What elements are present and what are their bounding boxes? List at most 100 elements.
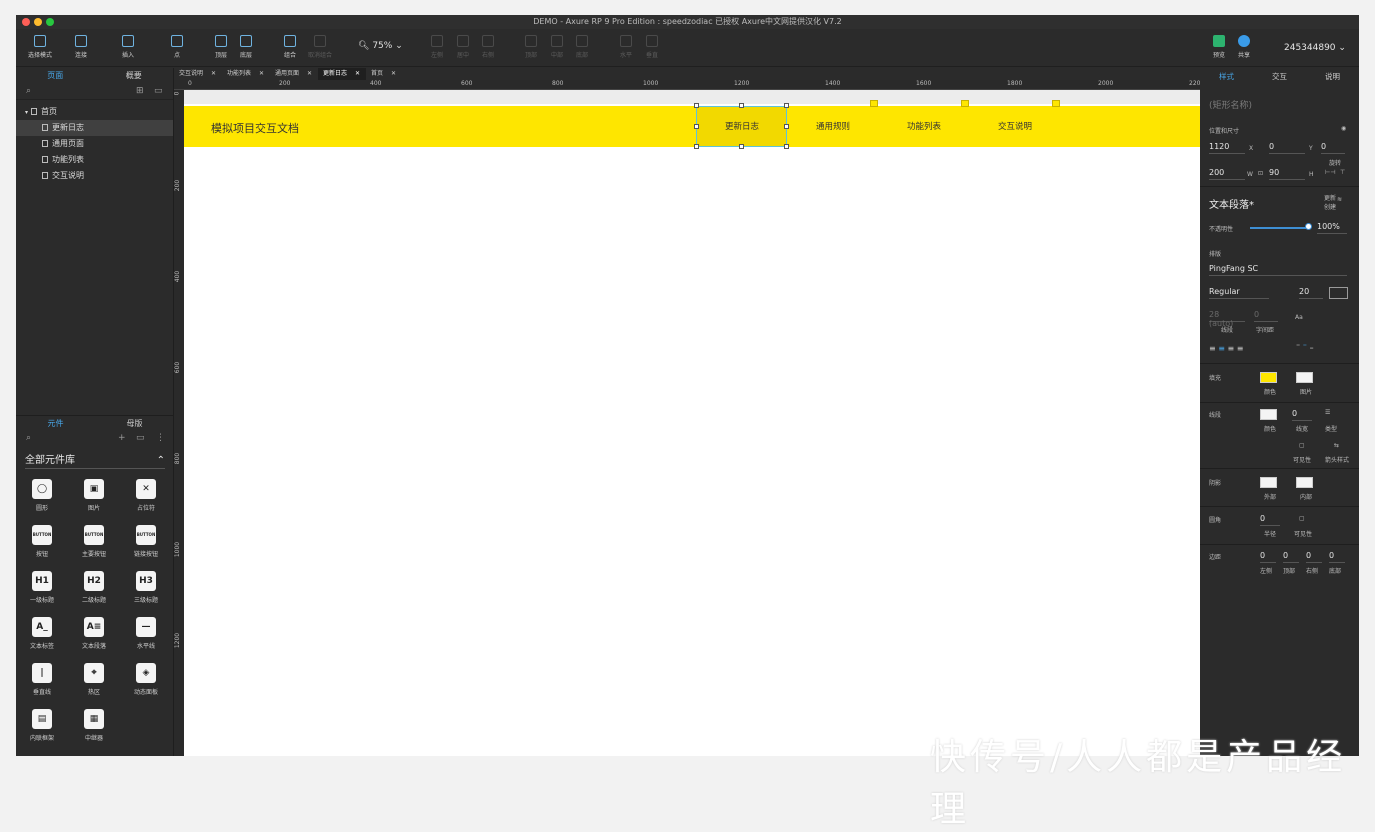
resize-handle[interactable] [784, 103, 789, 108]
page-item-home[interactable]: ▾ 首页 [16, 104, 173, 120]
padding-bottom-field[interactable]: 0 [1329, 551, 1345, 563]
widget-item[interactable]: ✕ 占位符 [120, 479, 172, 519]
resize-handle[interactable] [784, 144, 789, 149]
page-item-changelog[interactable]: 更新日志 [16, 120, 173, 136]
share-button[interactable]: 共享 [1224, 35, 1264, 59]
font-color-swatch[interactable] [1329, 287, 1348, 299]
font-family-select[interactable]: PingFang SC [1209, 264, 1347, 276]
widget-item[interactable]: ▣ 图片 [68, 479, 120, 519]
close-icon[interactable]: ✕ [355, 70, 360, 77]
widget-item[interactable]: | 垂直线 [16, 663, 68, 703]
design-canvas[interactable]: 模拟项目交互文档 更新日志 通用规则 功能列表 交互说明 [184, 90, 1200, 756]
more-icon[interactable]: ⋮ [156, 433, 165, 443]
resize-handle[interactable] [694, 124, 699, 129]
interaction-flag-icon[interactable] [1052, 100, 1060, 107]
library-select[interactable]: 全部元件库 ⌃ [25, 453, 165, 469]
widget-item[interactable]: ⌖ 热区 [68, 663, 120, 703]
font-weight-select[interactable]: Regular [1209, 287, 1269, 299]
align-bottom-button[interactable]: 底部 [562, 35, 602, 59]
connect-button[interactable]: 连接 [61, 35, 101, 59]
nav-feature-list[interactable]: 功能列表 [878, 120, 970, 132]
doc-tab[interactable]: 通用页面 ✕ [270, 68, 318, 80]
close-icon[interactable]: ✕ [259, 70, 264, 77]
widget-item[interactable]: H2 二级标题 [68, 571, 120, 611]
resize-handle[interactable] [694, 144, 699, 149]
interaction-flag-icon[interactable] [870, 100, 878, 107]
doc-tab-active[interactable]: 更新日志 ✕ [318, 68, 366, 80]
lock-icon[interactable]: ⊡ [1258, 170, 1263, 177]
padding-top-field[interactable]: 0 [1283, 551, 1299, 563]
style-name[interactable]: 文本段落* [1209, 196, 1254, 211]
search-icon[interactable]: ⌕ [26, 433, 31, 443]
doc-tab[interactable]: 功能列表 ✕ [222, 68, 270, 80]
close-icon[interactable]: ✕ [211, 70, 216, 77]
font-size-field[interactable]: 20 [1299, 287, 1323, 299]
site-title[interactable]: 模拟项目交互文档 [211, 120, 299, 136]
account-menu[interactable]: 245344890 ⌄ [1284, 43, 1346, 53]
tab-widgets[interactable]: 元件 [16, 416, 95, 431]
fit-height-icon[interactable]: ⊤ [1340, 169, 1345, 176]
y-field[interactable]: 0 [1269, 142, 1305, 154]
zoom-window-icon[interactable] [46, 18, 54, 26]
fit-width-icon[interactable]: ⊢⊣ [1325, 169, 1335, 176]
doc-tab[interactable]: 交互说明 ✕ [174, 68, 222, 80]
send-bottom-button[interactable]: 底层 [226, 35, 266, 59]
padding-right-field[interactable]: 0 [1306, 551, 1322, 563]
widget-item[interactable]: ▦ 中继器 [68, 709, 120, 749]
page-item-features[interactable]: 功能列表 [16, 152, 173, 168]
padding-left-field[interactable]: 0 [1260, 551, 1276, 563]
create-style-button[interactable]: 创建 [1324, 202, 1336, 211]
height-field[interactable]: 90 [1269, 168, 1305, 180]
search-icon[interactable]: ⌕ [26, 86, 31, 96]
opacity-slider-thumb[interactable] [1305, 223, 1312, 230]
plus-icon[interactable]: + [118, 433, 126, 443]
point-button[interactable]: 点 [157, 35, 197, 59]
widget-item[interactable]: — 水平线 [120, 617, 172, 657]
resize-handle[interactable] [784, 124, 789, 129]
widget-item[interactable]: A≡ 文本段落 [68, 617, 120, 657]
rotation-field[interactable]: 0 [1321, 142, 1345, 154]
border-visibility-icon[interactable]: ▢ [1299, 442, 1305, 449]
caret-down-icon[interactable]: ▾ [25, 109, 28, 116]
tab-masters[interactable]: 母版 [95, 416, 174, 431]
line-height-field[interactable]: 28 (auto) [1209, 310, 1245, 328]
resize-handle[interactable] [694, 103, 699, 108]
widget-item[interactable]: ▤ 内联框架 [16, 709, 68, 749]
page-item-common[interactable]: 通用页面 [16, 136, 173, 152]
close-window-icon[interactable] [22, 18, 30, 26]
opacity-field[interactable]: 100% [1317, 222, 1347, 234]
text-style-icon[interactable]: Aa [1295, 314, 1303, 321]
eye-icon[interactable]: ◉ [1341, 125, 1346, 132]
close-icon[interactable]: ✕ [307, 70, 312, 77]
radius-visibility-icon[interactable]: ▢ [1299, 515, 1305, 522]
add-folder-icon[interactable]: ▭ [154, 86, 163, 96]
tab-interaction[interactable]: 交互 [1253, 68, 1306, 86]
widget-item[interactable]: BUTTON 主要按钮 [68, 525, 120, 565]
insert-button[interactable]: 插入 [108, 35, 148, 59]
resize-handle[interactable] [739, 103, 744, 108]
ungroup-button[interactable]: 取消组合 [300, 35, 340, 59]
tab-outline[interactable]: 概要 [95, 68, 174, 84]
tab-style[interactable]: 样式 [1200, 68, 1253, 86]
close-icon[interactable]: ✕ [391, 70, 396, 77]
fill-image-swatch[interactable] [1296, 372, 1313, 383]
widget-item[interactable]: H3 三级标题 [120, 571, 172, 611]
widget-item[interactable]: H1 一级标题 [16, 571, 68, 611]
letter-spacing-field[interactable]: 0 [1254, 310, 1278, 322]
resize-handle[interactable] [739, 144, 744, 149]
widget-item[interactable]: ◈ 动态面板 [120, 663, 172, 703]
opacity-slider[interactable] [1250, 227, 1308, 229]
style-list-icon[interactable]: ≋ [1337, 196, 1342, 203]
text-align-icons[interactable]: ≡ ≡ ≡ ≡ [1209, 344, 1243, 353]
border-width-field[interactable]: 0 [1292, 409, 1312, 421]
border-color-swatch[interactable] [1260, 409, 1277, 420]
arrow-style-icon[interactable]: ⇆ [1334, 442, 1339, 449]
widget-item[interactable]: ◯ 圆形 [16, 479, 68, 519]
x-field[interactable]: 1120 [1209, 142, 1245, 154]
update-style-button[interactable]: 更新 [1324, 193, 1336, 202]
distribute-v-button[interactable]: 垂直 [632, 35, 672, 59]
width-field[interactable]: 200 [1209, 168, 1245, 180]
nav-common-rules[interactable]: 通用规则 [787, 120, 879, 132]
align-right-button[interactable]: 右侧 [468, 35, 508, 59]
widget-item[interactable]: BUTTON 按钮 [16, 525, 68, 565]
